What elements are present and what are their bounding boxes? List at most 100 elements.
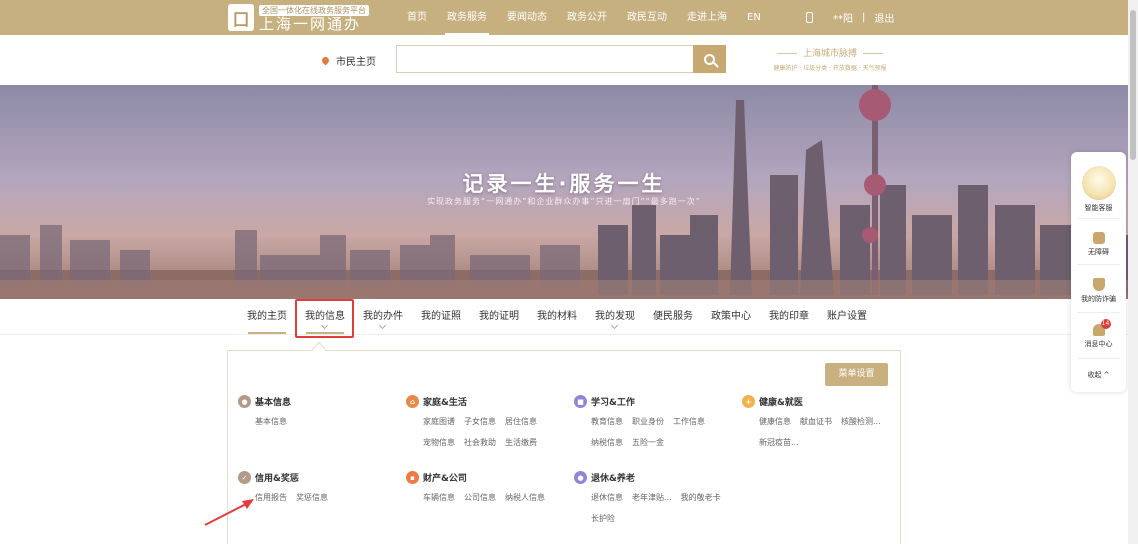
- link-social-insurance[interactable]: 五险一金: [632, 437, 664, 448]
- tab-convenience[interactable]: 便民服务: [644, 300, 702, 334]
- banner-subtitle: 实现政务服务“一网通办”和企业群众办事“只进一扇门”“最多跑一次”: [427, 197, 701, 206]
- link-taxpayer-info[interactable]: 纳税人信息: [505, 492, 545, 503]
- link-blood-donation[interactable]: 献血证书: [800, 416, 832, 427]
- tab-label: 我的主页: [247, 311, 287, 322]
- divider: [1077, 358, 1120, 359]
- link-utility-bills[interactable]: 生活缴费: [505, 437, 537, 448]
- tab-label: 我的证明: [479, 311, 519, 322]
- category-family-life: ⌂ 家庭&生活 家庭图谱 子女信息 居住信息 宠物信息 社会救助 生活缴费: [406, 395, 563, 458]
- tab-my-cases[interactable]: 我的办件: [354, 300, 412, 334]
- tab-label: 我的发现: [595, 311, 635, 322]
- tab-account-settings[interactable]: 账户设置: [818, 300, 876, 334]
- assistant-label: 智能客服: [1084, 204, 1113, 212]
- logout-link[interactable]: 退出: [874, 10, 894, 25]
- link-children-info[interactable]: 子女信息: [464, 416, 496, 427]
- link-elderly-allowance[interactable]: 老年津贴...: [632, 492, 672, 503]
- link-tax-info[interactable]: 纳税信息: [591, 437, 623, 448]
- assistant-button[interactable]: 智能客服: [1071, 166, 1126, 213]
- highlight-box-annotation: [295, 299, 354, 338]
- nav-news[interactable]: 要闻动态: [497, 0, 557, 35]
- red-arrow-annotation: [204, 499, 254, 526]
- nav-interaction[interactable]: 政民互动: [617, 0, 677, 35]
- nav-gov-disclosure[interactable]: 政务公开: [557, 0, 617, 35]
- medical-icon: +: [742, 395, 755, 408]
- link-basic-info[interactable]: 基本信息: [255, 416, 287, 427]
- user-area: **阳 | 退出: [806, 0, 894, 35]
- tab-my-licenses[interactable]: 我的证照: [412, 300, 470, 334]
- tab-label: 我的材料: [537, 311, 577, 322]
- tabs-divider: [0, 334, 1128, 335]
- divider: [1077, 218, 1120, 219]
- site-logo[interactable]: 囗 全国一体化在线政务服务平台 上海一网通办: [228, 4, 369, 33]
- chevron-down-icon: [610, 321, 619, 330]
- user-name[interactable]: **阳: [833, 10, 853, 25]
- nav-gov-services[interactable]: 政务服务: [437, 0, 497, 35]
- tab-label: 我的办件: [363, 311, 403, 322]
- city-pulse[interactable]: 上海城市脉搏 健康防护 · 垃圾分类 · 开放数据 · 天气预报: [760, 46, 900, 72]
- tab-my-materials[interactable]: 我的材料: [528, 300, 586, 334]
- nav-home[interactable]: 首页: [397, 0, 437, 35]
- wheelchair-icon: [1092, 232, 1105, 244]
- category-title: 财产&公司: [423, 474, 467, 484]
- search-row: 市民主页 上海城市脉搏 健康防护 · 垃圾分类 · 开放数据 · 天气预报: [0, 35, 1128, 85]
- anti-fraud-label: 我的防诈骗: [1081, 295, 1116, 303]
- tab-my-seals[interactable]: 我的印章: [760, 300, 818, 334]
- citizen-home-label: 市民主页: [336, 57, 376, 68]
- page-scrollbar-thumb[interactable]: [1130, 10, 1136, 160]
- book-icon: ■: [574, 395, 587, 408]
- link-long-term-care[interactable]: 长护险: [591, 513, 615, 524]
- location-pin-icon: [320, 55, 331, 66]
- bell-icon: 14: [1092, 319, 1111, 336]
- banner-title: 记录一生·服务一生: [462, 172, 666, 196]
- message-count-badge: 14: [1100, 319, 1111, 329]
- tab-my-discover[interactable]: 我的发现: [586, 300, 644, 334]
- link-nucleic-test[interactable]: 核酸检测...: [841, 416, 881, 427]
- person-icon: ●: [238, 395, 251, 408]
- category-title: 学习&工作: [591, 398, 635, 408]
- category-property-company: ▪ 财产&公司 车辆信息 公司信息 纳税人信息: [406, 471, 563, 513]
- category-title: 家庭&生活: [423, 398, 467, 408]
- link-senior-card[interactable]: 我的敬老卡: [681, 492, 721, 503]
- nav-about-shanghai[interactable]: 走进上海: [677, 0, 737, 35]
- link-health-info[interactable]: 健康信息: [759, 416, 791, 427]
- credit-icon: ✓: [238, 471, 251, 484]
- nav-english[interactable]: EN: [737, 0, 771, 35]
- collapse-button[interactable]: 收起 ^: [1071, 370, 1126, 380]
- floating-service-widget: 智能客服 无障碍 我的防诈骗 14 消息中心 收起 ^: [1071, 152, 1126, 392]
- main-nav: 首页 政务服务 要闻动态 政务公开 政民互动 走进上海 EN: [397, 0, 771, 35]
- category-credit-rewards: ✓ 信用&奖惩 信用报告 奖惩信息: [238, 471, 395, 513]
- link-rewards-info[interactable]: 奖惩信息: [296, 492, 328, 503]
- top-nav-bar: 囗 全国一体化在线政务服务平台 上海一网通办 首页 政务服务 要闻动态 政务公开…: [0, 0, 1128, 35]
- message-center-button[interactable]: 14 消息中心: [1071, 319, 1126, 349]
- search-input[interactable]: [396, 45, 694, 73]
- link-pet-info[interactable]: 宠物信息: [423, 437, 455, 448]
- logo-name: 上海一网通办: [259, 15, 362, 33]
- link-education-info[interactable]: 教育信息: [591, 416, 623, 427]
- menu-settings-button[interactable]: 菜单设置: [825, 363, 888, 386]
- tab-policy-center[interactable]: 政策中心: [702, 300, 760, 334]
- link-family-tree[interactable]: 家庭图谱: [423, 416, 455, 427]
- link-work-info[interactable]: 工作信息: [673, 416, 705, 427]
- citizen-home-link[interactable]: 市民主页: [320, 53, 376, 68]
- link-residence-info[interactable]: 居住信息: [505, 416, 537, 427]
- accessibility-label: 无障碍: [1088, 248, 1109, 256]
- mobile-phone-icon[interactable]: [806, 12, 813, 23]
- tab-my-certificates[interactable]: 我的证明: [470, 300, 528, 334]
- link-vehicle-info[interactable]: 车辆信息: [423, 492, 455, 503]
- category-title: 退休&养老: [591, 474, 635, 484]
- city-pulse-links[interactable]: 健康防护 · 垃圾分类 · 开放数据 · 天气预报: [760, 63, 900, 72]
- tab-label: 便民服务: [653, 311, 693, 322]
- anti-fraud-button[interactable]: 我的防诈骗: [1071, 278, 1126, 304]
- category-retirement: ● 退休&养老 退休信息 老年津贴... 我的敬老卡 长护险: [574, 471, 731, 534]
- link-retirement-info[interactable]: 退休信息: [591, 492, 623, 503]
- link-company-info[interactable]: 公司信息: [464, 492, 496, 503]
- search-button[interactable]: [693, 45, 726, 73]
- divider: [1077, 312, 1120, 313]
- tab-my-home[interactable]: 我的主页: [238, 300, 296, 334]
- accessibility-button[interactable]: 无障碍: [1071, 232, 1126, 257]
- robot-assistant-icon: [1081, 166, 1116, 200]
- link-occupation[interactable]: 职业身份: [632, 416, 664, 427]
- category-health-medical: + 健康&就医 健康信息 献血证书 核酸检测... 新冠疫苗...: [742, 395, 899, 458]
- link-social-aid[interactable]: 社会救助: [464, 437, 496, 448]
- link-covid-vaccine[interactable]: 新冠疫苗...: [759, 437, 799, 448]
